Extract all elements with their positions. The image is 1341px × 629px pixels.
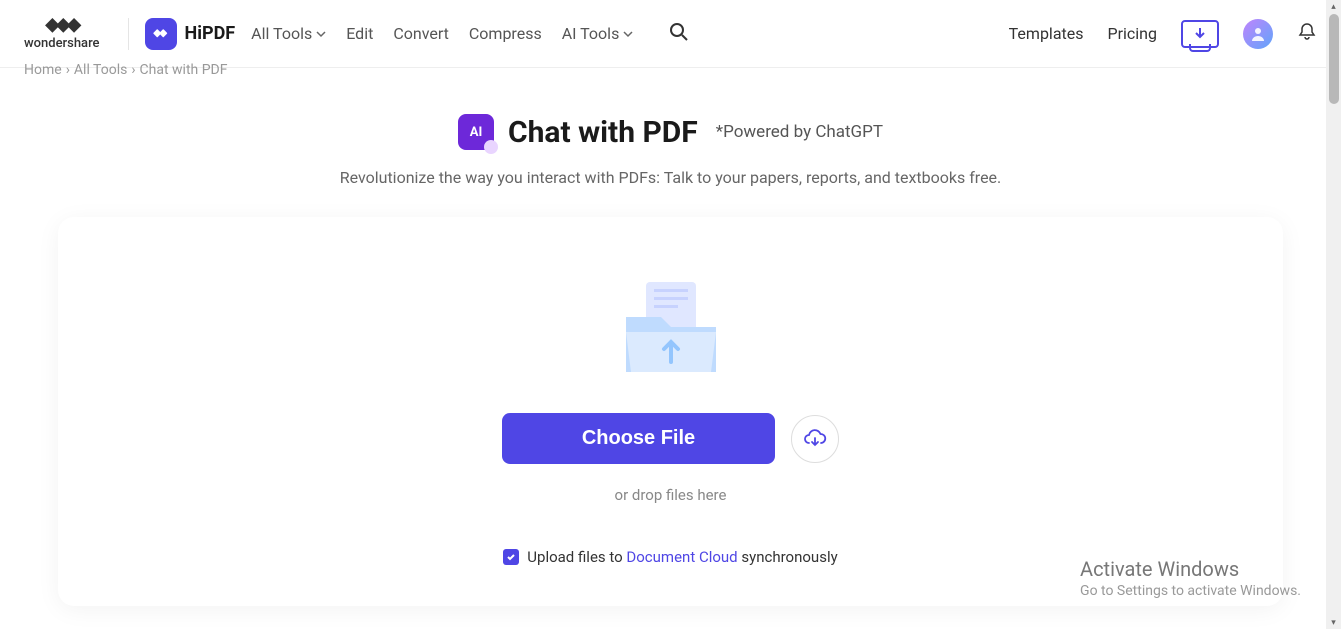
windows-activate-watermark: Activate Windows Go to Settings to activ… [1080,557,1301,599]
breadcrumb-home[interactable]: Home [24,62,62,78]
user-icon [1250,26,1266,42]
sync-checkbox[interactable] [503,549,519,565]
brand-logo[interactable]: ◆◆◆ wondershare [24,16,100,51]
right-nav: Templates Pricing [1009,19,1317,49]
notifications-icon[interactable] [1297,22,1317,46]
cloud-upload-button[interactable] [791,415,839,463]
nav-edit[interactable]: Edit [346,24,373,43]
activate-title: Activate Windows [1080,557,1301,581]
brand-name: wondershare [24,36,100,51]
choose-file-button[interactable]: Choose File [502,413,775,464]
product-logo[interactable]: HiPDF [145,18,236,50]
download-icon [1193,27,1207,41]
scroll-thumb[interactable] [1329,14,1339,104]
nav-pricing[interactable]: Pricing [1108,24,1158,43]
document-cloud-link[interactable]: Document Cloud [626,548,737,566]
product-name: HiPDF [185,23,236,44]
nav-label: AI Tools [562,24,620,43]
avatar[interactable] [1243,19,1273,49]
nav-compress[interactable]: Compress [469,24,542,43]
sync-row: Upload files to Document Cloud synchrono… [98,548,1243,566]
nav-label: All Tools [251,24,312,43]
hero: AI Chat with PDF *Powered by ChatGPT Rev… [0,114,1341,187]
wondershare-icon: ◆◆◆ [45,16,78,34]
nav-convert[interactable]: Convert [393,24,449,43]
main-nav: All Tools Edit Convert Compress AI Tools [251,22,689,46]
cloud-download-icon [803,427,827,451]
header: ◆◆◆ wondershare HiPDF All Tools Edit Con… [0,0,1341,68]
nav-ai-tools[interactable]: AI Tools [562,24,634,43]
nav-all-tools[interactable]: All Tools [251,24,326,43]
upload-card: Choose File or drop files here Upload fi… [58,217,1283,606]
drop-hint: or drop files here [98,486,1243,504]
breadcrumb: Home › All Tools › Chat with PDF [0,62,1341,78]
scroll-up-arrow[interactable]: ▴ [1327,0,1340,13]
divider [128,18,129,50]
check-icon [506,552,516,562]
activate-subtitle: Go to Settings to activate Windows. [1080,583,1301,599]
download-button[interactable] [1181,20,1219,48]
sync-text: Upload files to Document Cloud synchrono… [527,548,837,566]
scrollbar[interactable]: ▴ ▾ [1326,0,1341,629]
hipdf-icon [145,18,177,50]
page-title: Chat with PDF [508,115,698,150]
scroll-down-arrow[interactable]: ▾ [1327,616,1340,629]
breadcrumb-all-tools[interactable]: All Tools [74,62,127,78]
page-subtitle: *Powered by ChatGPT [716,122,883,142]
breadcrumb-sep: › [66,62,70,78]
chevron-down-icon [316,29,326,39]
nav-templates[interactable]: Templates [1009,24,1084,43]
breadcrumb-sep: › [131,62,135,78]
upload-folder-icon [616,277,726,377]
page-description: Revolutionize the way you interact with … [0,168,1341,187]
ai-badge-icon: AI [458,114,494,150]
chevron-down-icon [623,29,633,39]
search-icon[interactable] [669,22,689,46]
breadcrumb-current: Chat with PDF [140,62,228,78]
